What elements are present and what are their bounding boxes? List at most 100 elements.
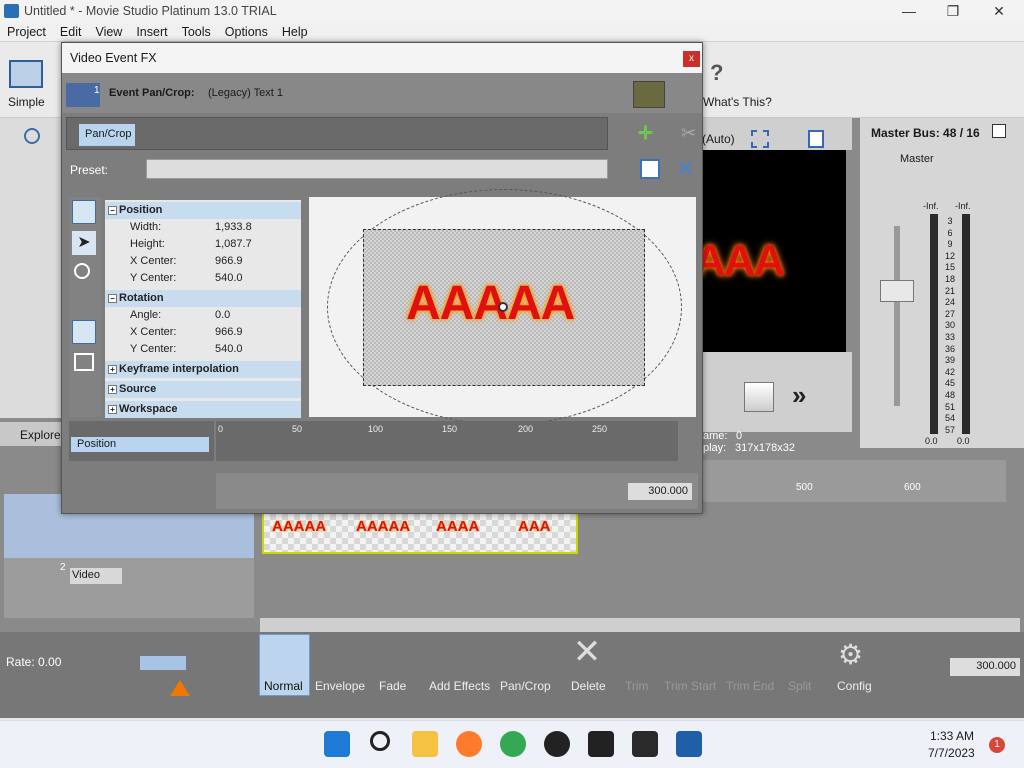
prop-rot-x-center[interactable]: X Center: 966.9	[105, 324, 301, 341]
menu-project[interactable]: Project	[0, 23, 53, 39]
section-rotation[interactable]: − Rotation	[105, 290, 301, 307]
clock-time[interactable]: 1:33 AM	[930, 729, 974, 743]
simple-label[interactable]: Simple	[8, 95, 45, 109]
center-handle[interactable]	[498, 302, 508, 312]
rate-marker[interactable]	[170, 680, 190, 696]
pointer-icon[interactable]: ➤	[72, 231, 96, 255]
whats-this-label[interactable]: What's This?	[703, 95, 772, 109]
fade-label[interactable]: Fade	[379, 679, 406, 693]
record-icon[interactable]	[544, 731, 570, 757]
next-frame-button[interactable]: »	[792, 380, 806, 411]
menu-edit[interactable]: Edit	[53, 23, 89, 39]
add-fx-icon[interactable]: ✛	[638, 123, 653, 144]
menu-insert[interactable]: Insert	[129, 23, 174, 39]
menu-tools[interactable]: Tools	[175, 23, 218, 39]
dialog-close-button[interactable]: x	[683, 51, 700, 67]
fader-track[interactable]	[894, 226, 900, 406]
track2-name[interactable]: Video	[70, 568, 122, 584]
maximize-button[interactable]: ❐	[930, 0, 976, 23]
stop-button[interactable]	[744, 382, 774, 412]
section-source-label: Source	[119, 383, 157, 395]
pan-crop-canvas[interactable]: AAAAA	[309, 189, 696, 425]
menu-view[interactable]: View	[88, 23, 129, 39]
delete-label[interactable]: Delete	[571, 679, 606, 693]
lock-aspect-icon[interactable]	[72, 320, 96, 344]
rate-slider[interactable]	[140, 656, 186, 670]
menu-help[interactable]: Help	[275, 23, 315, 39]
config-label[interactable]: Config	[837, 679, 872, 693]
prop-width[interactable]: Width: 1,933.8	[105, 219, 301, 236]
remove-fx-icon[interactable]: ✂	[681, 123, 696, 144]
start-icon[interactable]	[324, 731, 350, 757]
whats-this-icon[interactable]: ?	[710, 60, 723, 86]
fader-handle[interactable]	[880, 280, 914, 302]
width-value[interactable]: 1,933.8	[215, 221, 252, 233]
search-icon[interactable]	[24, 128, 40, 144]
search-taskbar-icon[interactable]	[370, 731, 390, 751]
clock-date[interactable]: 7/7/2023	[928, 746, 975, 760]
close-button[interactable]: ✕	[976, 0, 1022, 23]
prop-y-center[interactable]: Y Center: 540.0	[105, 270, 301, 287]
frame-value: 0	[736, 430, 743, 442]
grid-icon[interactable]	[751, 130, 769, 148]
settings-icon[interactable]	[992, 124, 1006, 138]
normal-label[interactable]: Normal	[264, 679, 303, 693]
file-explorer-icon[interactable]	[412, 731, 438, 757]
angle-value[interactable]: 0.0	[215, 309, 230, 321]
delete-icon[interactable]: ✕	[572, 635, 602, 669]
rot-y-center-value[interactable]: 540.0	[215, 343, 243, 355]
timeline-scrollbar[interactable]	[260, 618, 1020, 632]
terminal-icon[interactable]	[632, 731, 658, 757]
keyframe-track-position[interactable]: Position	[71, 437, 209, 452]
crop-frame[interactable]: AAAAA	[363, 229, 645, 386]
movie-studio-taskbar-icon[interactable]	[676, 731, 702, 757]
prop-x-center[interactable]: X Center: 966.9	[105, 253, 301, 270]
ruler-tick-250: 250	[592, 424, 608, 434]
y-center-label: Y Center:	[130, 272, 177, 284]
clip-text-1: AAAAA	[272, 518, 327, 535]
keyframe-time-field[interactable]: 300.000	[628, 483, 692, 500]
preset-label: Preset:	[70, 163, 109, 177]
properties-icon[interactable]	[72, 200, 96, 224]
delete-preset-icon[interactable]: ✕	[676, 156, 694, 182]
mask-toggle-icon[interactable]	[633, 81, 665, 108]
x-center-value[interactable]: 966.9	[215, 255, 243, 267]
pan-crop-label[interactable]: Pan/Crop	[500, 679, 551, 693]
pan-crop-chain-button[interactable]: Pan/Crop	[79, 124, 135, 146]
config-icon[interactable]: ⚙	[838, 638, 863, 671]
video-clip[interactable]: AAAAA AAAAA AAAA AAA	[262, 512, 578, 554]
section-workspace[interactable]: + Workspace	[105, 401, 301, 418]
meter-scale-tick: 36	[944, 343, 955, 354]
prop-angle[interactable]: Angle: 0.0	[105, 307, 301, 324]
height-value[interactable]: 1,087.7	[215, 238, 252, 250]
bottom-time-field[interactable]: 300.000	[950, 658, 1020, 676]
envelope-label[interactable]: Envelope	[315, 679, 365, 693]
7zip-icon[interactable]	[588, 731, 614, 757]
save-preset-icon[interactable]	[640, 159, 660, 179]
chrome-icon[interactable]	[500, 731, 526, 757]
keyframe-ruler[interactable]: 0 50 100 150 200 250	[216, 421, 678, 461]
track-header-2[interactable]: 2 Video	[4, 558, 254, 618]
copy-icon[interactable]	[808, 130, 824, 148]
explorer-label[interactable]: Explorer	[20, 428, 65, 442]
section-source[interactable]: + Source	[105, 381, 301, 398]
section-position[interactable]: − Position	[105, 202, 301, 219]
zoom-icon[interactable]	[74, 263, 90, 279]
rot-x-center-value[interactable]: 966.9	[215, 326, 243, 338]
width-label: Width:	[130, 221, 162, 233]
taskbar: 1:33 AM 7/7/2023 1	[0, 720, 1024, 768]
section-keyframe[interactable]: + Keyframe interpolation	[105, 361, 301, 378]
preview-quality[interactable]: (Auto)	[702, 132, 735, 146]
menu-options[interactable]: Options	[218, 23, 275, 39]
add-effects-label[interactable]: Add Effects	[429, 679, 490, 693]
minimize-button[interactable]: —	[886, 0, 932, 23]
preset-select[interactable]	[146, 159, 608, 179]
fit-icon[interactable]	[74, 353, 94, 371]
notification-badge[interactable]: 1	[989, 737, 1005, 753]
simple-view-icon[interactable]	[9, 60, 43, 88]
prop-rot-y-center[interactable]: Y Center: 540.0	[105, 341, 301, 358]
y-center-value[interactable]: 540.0	[215, 272, 243, 284]
prop-height[interactable]: Height: 1,087.7	[105, 236, 301, 253]
track2-number: 2	[60, 562, 66, 573]
firefox-icon[interactable]	[456, 731, 482, 757]
